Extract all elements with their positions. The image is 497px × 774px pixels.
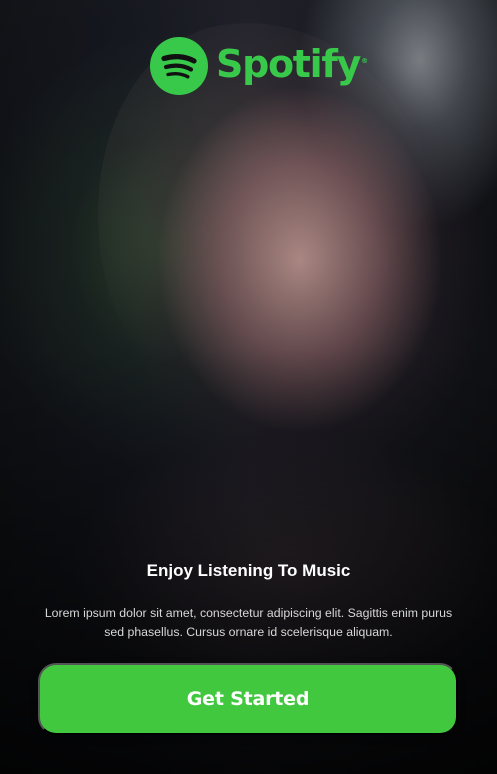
hero-background-image bbox=[0, 0, 497, 774]
onboarding-description: Lorem ipsum dolor sit amet, consectetur … bbox=[44, 606, 453, 639]
onboarding-screen: Spotify® Enjoy Listening To Music Lorem … bbox=[0, 0, 497, 774]
spotify-logo-icon bbox=[150, 37, 208, 95]
onboarding-title: Enjoy Listening To Music bbox=[146, 561, 351, 580]
spotify-wordmark: Spotify® bbox=[216, 45, 368, 83]
get-started-button[interactable]: Get Started bbox=[38, 663, 458, 735]
registered-mark: ® bbox=[361, 57, 369, 66]
brand-name: Spotify bbox=[216, 42, 361, 86]
get-started-label: Get Started bbox=[186, 688, 310, 710]
spotify-logo: Spotify® bbox=[150, 36, 368, 96]
